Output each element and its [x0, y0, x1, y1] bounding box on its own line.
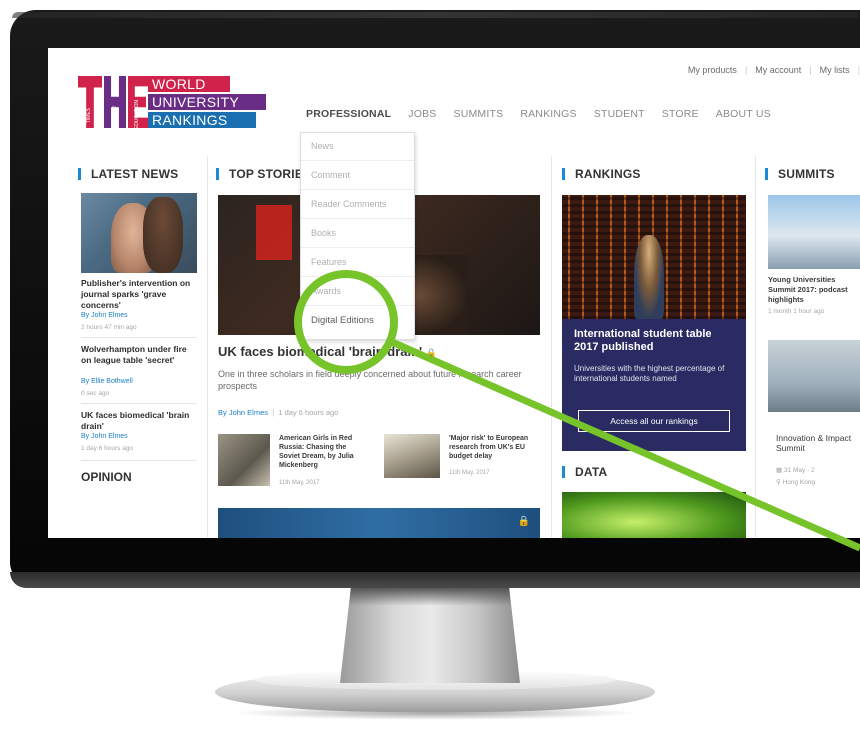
highlight-pointer	[390, 338, 860, 552]
pointer-line	[390, 338, 860, 552]
